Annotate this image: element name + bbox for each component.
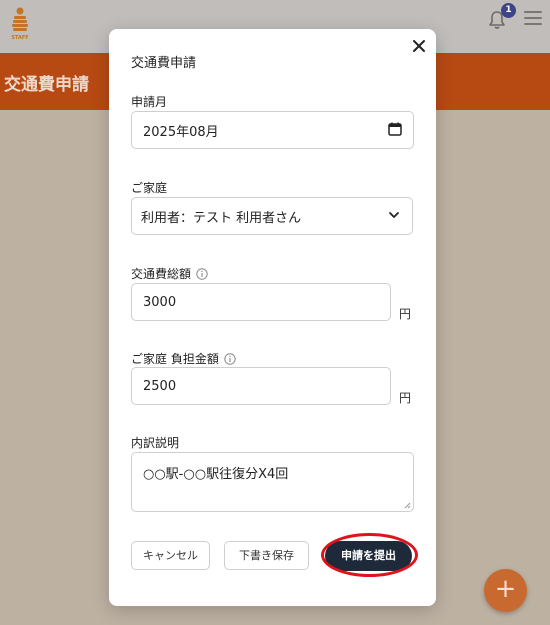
info-icon[interactable] [196, 267, 208, 280]
total-label-text: 交通費総額 [131, 267, 192, 281]
burden-amount-input[interactable]: 2500 [131, 367, 391, 405]
month-label: 申請月 [131, 93, 167, 110]
add-fab-button[interactable]: + [484, 569, 527, 612]
calendar-icon[interactable] [388, 122, 402, 136]
burden-label-text: ご家庭 負担金額 [131, 352, 219, 366]
family-select[interactable]: 利用者：テスト 利用者さん [131, 197, 413, 235]
logo-text: STAFF [11, 35, 28, 41]
save-draft-button[interactable]: 下書き保存 [224, 541, 309, 570]
month-value: 2025年08月 [143, 124, 219, 140]
detail-label-text: 内訳説明 [131, 436, 180, 450]
burden-amount-value: 2500 [143, 378, 177, 394]
detail-label: 内訳説明 [131, 434, 179, 451]
resize-grip-icon[interactable] [404, 502, 411, 509]
month-label-text: 申請月 [131, 95, 168, 109]
cancel-button[interactable]: キャンセル [131, 541, 210, 570]
dialog-title: 交通費申請 [131, 56, 197, 71]
total-yen-unit: 円 [399, 307, 412, 321]
total-label: 交通費総額 [131, 265, 208, 282]
submit-application-button[interactable]: 申請を提出 [325, 541, 412, 571]
family-selected-value: 利用者：テスト 利用者さん [141, 210, 302, 226]
page-title: 交通費申請 [4, 75, 89, 95]
total-amount-input[interactable]: 3000 [131, 283, 391, 321]
family-label-text: ご家庭 [131, 181, 168, 195]
info-icon[interactable] [224, 352, 236, 365]
staff-logo[interactable]: STAFF [9, 7, 31, 41]
chevron-down-icon [389, 212, 399, 218]
month-input[interactable]: 2025年08月 [131, 111, 414, 149]
family-label: ご家庭 [131, 179, 167, 196]
detail-value: ○○駅-○○駅往復分X4回 [143, 467, 289, 482]
notification-badge: 1 [501, 3, 516, 18]
burden-label: ご家庭 負担金額 [131, 350, 236, 367]
transport-expense-dialog: 交通費申請 申請月 2025年08月 ご家庭 利用者：テスト 利用者さん 交通費… [109, 29, 436, 606]
hamburger-menu-icon[interactable] [524, 11, 542, 27]
close-icon[interactable] [410, 37, 428, 55]
total-amount-value: 3000 [143, 294, 177, 310]
detail-textarea[interactable]: ○○駅-○○駅往復分X4回 [131, 452, 414, 512]
burden-yen-unit: 円 [399, 391, 412, 405]
